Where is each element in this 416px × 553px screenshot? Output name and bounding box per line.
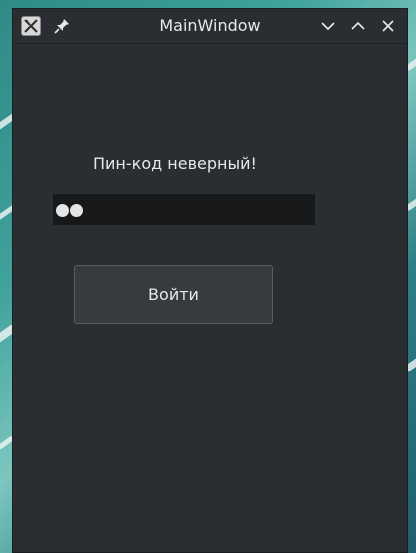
main-window: MainWindow Пин-код неверный! Войти	[12, 8, 408, 553]
window-content: Пин-код неверный! Войти	[13, 44, 407, 552]
title-bar[interactable]: MainWindow	[13, 9, 407, 44]
close-button[interactable]	[379, 17, 397, 35]
pin-icon[interactable]	[53, 17, 71, 35]
chevron-down-icon	[321, 22, 335, 31]
minimize-button[interactable]	[319, 17, 337, 35]
pin-mask-dot	[56, 204, 69, 217]
chevron-up-icon	[351, 21, 365, 30]
pin-mask-dot	[70, 204, 83, 217]
pin-input[interactable]	[53, 194, 315, 225]
close-icon	[382, 20, 394, 32]
window-title: MainWindow	[159, 16, 261, 35]
login-button[interactable]: Войти	[74, 265, 273, 324]
error-message: Пин-код неверный!	[93, 154, 257, 173]
maximize-button[interactable]	[349, 17, 367, 35]
app-icon[interactable]	[21, 16, 41, 36]
